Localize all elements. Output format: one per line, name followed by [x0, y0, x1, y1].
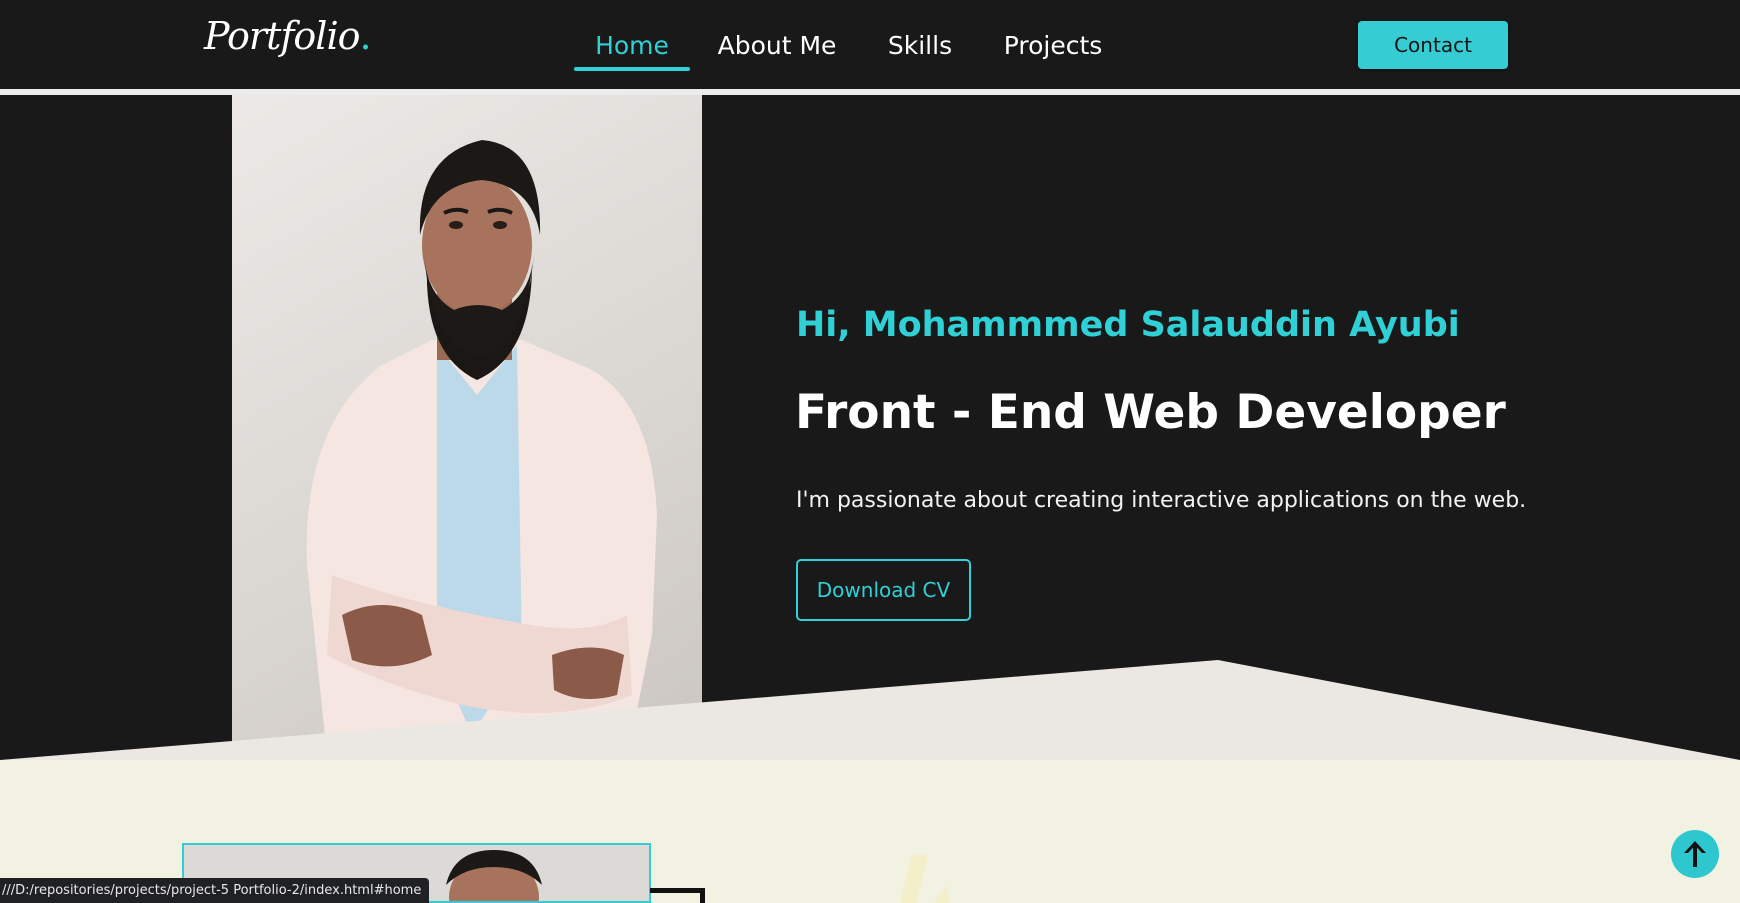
hero-tagline: I'm passionate about creating interactiv… [796, 488, 1527, 513]
navbar: Portfolio. Home About Me Skills Projects… [0, 0, 1740, 89]
contact-button[interactable]: Contact [1358, 21, 1508, 69]
logo[interactable]: Portfolio. [204, 14, 372, 58]
scroll-to-top-button[interactable] [1671, 830, 1719, 878]
nav-link-label: Home [595, 31, 669, 60]
nav-link-skills[interactable]: Skills [884, 26, 956, 71]
hero-role-title: Front - End Web Developer [795, 385, 1506, 440]
section-slant-divider [0, 660, 1740, 760]
logo-text: Portfolio [204, 14, 360, 58]
photo-frame-decoration [650, 888, 705, 903]
nav-link-home[interactable]: Home [574, 26, 690, 71]
nav-link-about[interactable]: About Me [717, 26, 837, 71]
browser-status-url: ///D:/repositories/projects/project-5 Po… [0, 878, 430, 903]
arrow-up-icon [1684, 841, 1706, 867]
active-underline [574, 67, 690, 71]
nav-link-projects[interactable]: Projects [998, 26, 1108, 71]
hero-greeting: Hi, Mohammmed Salauddin Ayubi [796, 305, 1460, 345]
logo-dot: . [359, 14, 371, 58]
background-decoration [900, 855, 950, 903]
